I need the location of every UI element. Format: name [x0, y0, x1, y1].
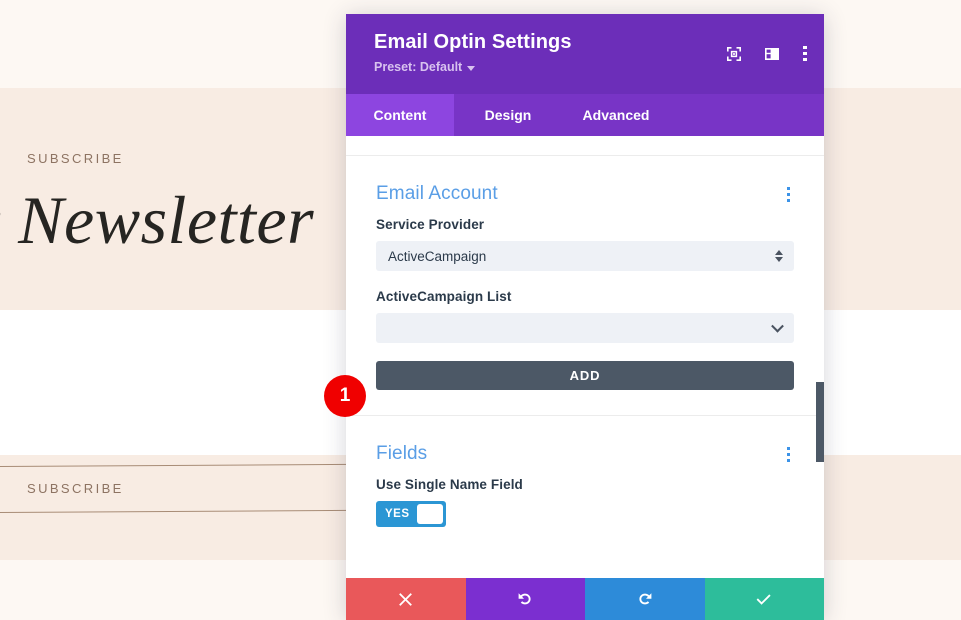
section-title-fields: Fields: [376, 443, 428, 464]
undo-icon: [518, 593, 531, 605]
preset-label: Preset: Default: [374, 60, 463, 74]
save-button[interactable]: [704, 578, 824, 620]
modal-header-icons: [726, 45, 808, 63]
modal-scrollbar[interactable]: [816, 382, 824, 462]
modal-tabs: Content Design Advanced: [346, 94, 824, 136]
section-options-icon-fields[interactable]: [783, 444, 794, 465]
section-fields: Fields Use Single Name Field YES: [346, 416, 824, 527]
toggle-state-label: YES: [385, 508, 410, 520]
toggle-knob: [416, 504, 443, 524]
modal-header: Email Optin Settings Preset: Default: [346, 14, 824, 94]
page-root: SUBSCRIBE y Newsletter SUBSCRIBE Email O…: [0, 0, 961, 620]
preset-selector[interactable]: Preset: Default: [374, 60, 476, 74]
section-header-fields: Fields: [376, 416, 794, 477]
modal-footer: [346, 578, 824, 620]
section-email-account: Email Account Service Provider ActiveCam…: [346, 156, 824, 390]
chevron-down-icon: [467, 65, 476, 71]
close-icon: [399, 592, 413, 606]
tab-advanced[interactable]: Advanced: [562, 94, 670, 136]
label-use-single-name-field: Use Single Name Field: [376, 477, 523, 492]
email-optin-settings-modal: Email Optin Settings Preset: Default Con…: [346, 14, 824, 620]
focus-icon[interactable]: [726, 46, 742, 62]
hero-headline: y Newsletter: [0, 182, 315, 258]
activecampaign-list-select[interactable]: [376, 313, 794, 343]
label-activecampaign-list: ActiveCampaign List: [376, 289, 512, 304]
use-single-name-field-toggle[interactable]: YES: [376, 501, 446, 527]
service-provider-value: ActiveCampaign: [388, 248, 487, 264]
layout-panel-icon[interactable]: [764, 46, 780, 62]
hero-eyebrow-subscribe: SUBSCRIBE: [27, 151, 124, 166]
section-header-email-account: Email Account: [376, 156, 794, 217]
tab-content[interactable]: Content: [346, 94, 454, 136]
sort-arrows-icon: [775, 250, 783, 262]
redo-button[interactable]: [585, 578, 705, 620]
tab-design[interactable]: Design: [454, 94, 562, 136]
modal-body: Email Account Service Provider ActiveCam…: [346, 136, 824, 578]
check-icon: [756, 594, 771, 605]
section-title-email-account: Email Account: [376, 183, 498, 204]
add-button[interactable]: ADD: [376, 361, 794, 390]
service-provider-select[interactable]: ActiveCampaign: [376, 241, 794, 271]
cancel-button[interactable]: [346, 578, 466, 620]
section-options-icon-email-account[interactable]: [783, 184, 794, 205]
label-service-provider: Service Provider: [376, 217, 485, 232]
footer-eyebrow-subscribe: SUBSCRIBE: [27, 481, 124, 496]
step-badge-1: 1: [324, 375, 366, 417]
more-vertical-icon[interactable]: [802, 45, 808, 63]
undo-button[interactable]: [465, 578, 585, 620]
redo-icon: [639, 593, 652, 605]
chevron-down-icon: [771, 319, 784, 333]
